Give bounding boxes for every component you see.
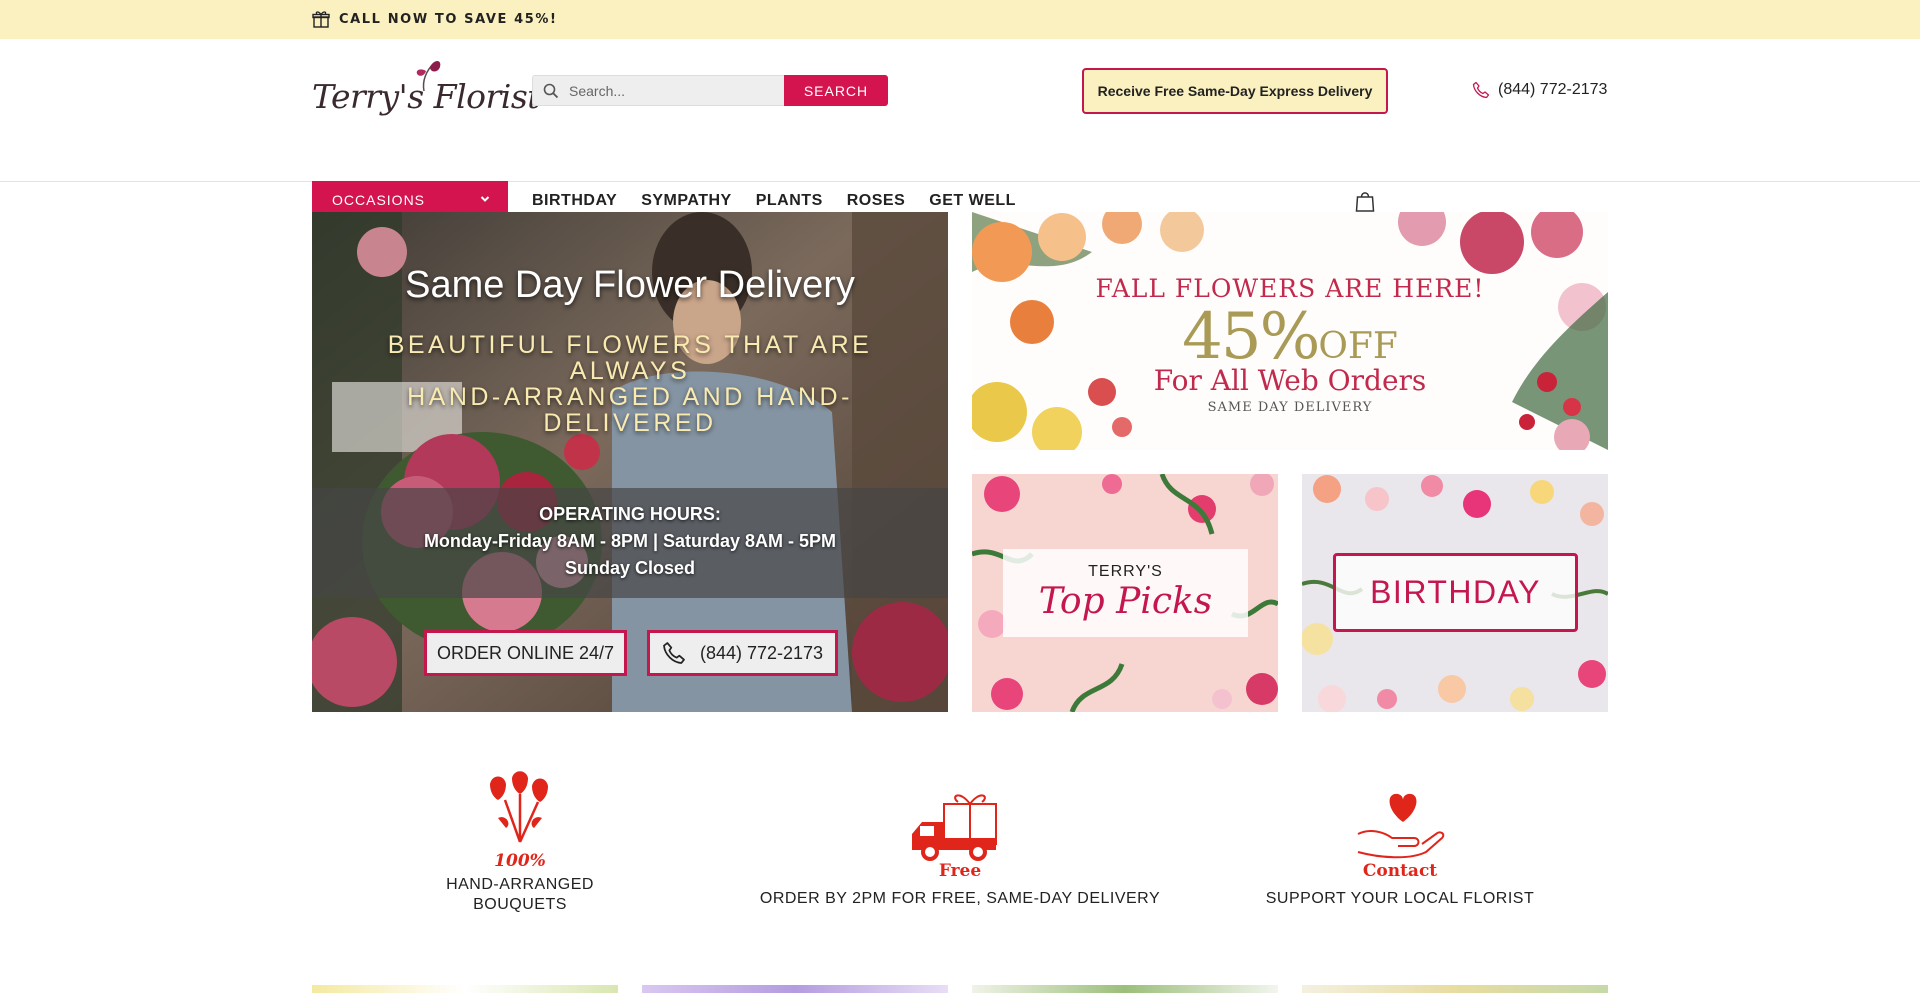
nav-link-sympathy[interactable]: SYMPATHY: [641, 192, 732, 210]
feature-hand-arranged-line2: BOUQUETS: [473, 896, 567, 913]
shopping-bag-icon[interactable]: [1355, 190, 1375, 212]
site-header: Terry's Florist SEARCH Receive Free Same…: [0, 39, 1920, 219]
nav-link-roses[interactable]: ROSES: [847, 192, 906, 210]
tulip-bouquet-icon: 100%: [490, 771, 548, 871]
order-online-button[interactable]: ORDER ONLINE 24/7: [424, 630, 627, 676]
feature-hand-arranged-label: HAND-ARRANGED BOUQUETS: [420, 875, 620, 915]
search-field-wrapper: [532, 75, 784, 106]
logo-text: Terry's Florist: [312, 77, 541, 116]
icon-100-text: 100%: [494, 851, 546, 870]
product-thumbnail[interactable]: [312, 985, 618, 993]
icon-free-text: Free: [939, 861, 982, 881]
hero-subtitle-line1: BEAUTIFUL FLOWERS THAT ARE ALWAYS: [387, 331, 873, 385]
hours-title: OPERATING HOURS:: [539, 504, 721, 524]
hours-weekdays: Monday-Friday 8AM - 8PM | Saturday 8AM -…: [423, 531, 837, 551]
top-picks-title: Top Picks: [1038, 581, 1213, 622]
nav-links: BIRTHDAY SYMPATHY PLANTS ROSES GET WELL: [532, 192, 1016, 210]
operating-hours-panel: OPERATING HOURS: Monday-Friday 8AM - 8PM…: [312, 488, 948, 598]
search-input[interactable]: [567, 81, 771, 100]
phone-icon: [663, 642, 685, 664]
fall-sale-banner[interactable]: FALL FLOWERS ARE HERE! 45%OFF For All We…: [972, 212, 1608, 450]
hero-phone-button[interactable]: (844) 772-2173: [647, 630, 838, 676]
header-phone-link[interactable]: (844) 772-2173: [1472, 81, 1607, 99]
hero-subtitle-line2: HAND-ARRANGED AND HAND-DELIVERED: [407, 383, 853, 437]
hero-title: Same Day Flower Delivery: [405, 264, 855, 306]
promo-headline: FALL FLOWERS ARE HERE!: [1095, 274, 1485, 303]
search-button[interactable]: SEARCH: [784, 75, 888, 106]
feature-free-delivery-label: ORDER BY 2PM FOR FREE, SAME-DAY DELIVERY: [759, 890, 1161, 907]
hero-subtitle: BEAUTIFUL FLOWERS THAT ARE ALWAYS HAND-A…: [372, 332, 888, 436]
promo-off: OFF: [1318, 326, 1398, 367]
promo-same-day: SAME DAY DELIVERY: [1207, 400, 1373, 415]
promo-text: CALL NOW TO SAVE 45%!: [339, 11, 558, 27]
header-phone-text: (844) 772-2173: [1498, 81, 1608, 98]
birthday-tile[interactable]: BIRTHDAY: [1302, 474, 1608, 712]
heart-hand-icon: Contact: [1357, 793, 1445, 881]
delivery-truck-icon: Free: [912, 794, 997, 881]
hero-banner: Same Day Flower Delivery BEAUTIFUL FLOWE…: [312, 212, 948, 712]
promo-web-orders: For All Web Orders: [1153, 364, 1427, 397]
site-logo[interactable]: Terry's Florist: [312, 57, 541, 125]
feature-support-local-label: SUPPORT YOUR LOCAL FLORIST: [1265, 890, 1535, 907]
product-thumbnail[interactable]: [1302, 985, 1608, 993]
birthday-label: BIRTHDAY: [1333, 553, 1578, 632]
promo-message[interactable]: CALL NOW TO SAVE 45%!: [312, 10, 558, 28]
feature-hand-arranged: 100% HAND-ARRANGED BOUQUETS: [420, 770, 620, 915]
top-promo-bar: CALL NOW TO SAVE 45%!: [0, 0, 1920, 39]
search-icon: [543, 83, 559, 98]
product-thumbnail[interactable]: [642, 985, 948, 993]
promo-discount: 45%OFF: [972, 300, 1608, 374]
occasions-label: OCCASIONS: [332, 192, 426, 208]
nav-link-get-well[interactable]: GET WELL: [929, 192, 1016, 210]
icon-contact-text: Contact: [1363, 861, 1437, 881]
feature-support-local: Contact SUPPORT YOUR LOCAL FLORIST: [1240, 770, 1560, 909]
top-picks-brand: TERRY'S: [1088, 563, 1163, 580]
nav-link-birthday[interactable]: BIRTHDAY: [532, 192, 617, 210]
feature-free-delivery: Free ORDER BY 2PM FOR FREE, SAME-DAY DEL…: [740, 770, 1180, 909]
top-picks-card: TERRY'S Top Picks: [1003, 549, 1248, 637]
phone-icon: [1472, 81, 1490, 99]
chevron-down-icon: [480, 196, 490, 202]
promo-percent: 45%: [1182, 300, 1320, 374]
order-online-label: ORDER ONLINE 24/7: [436, 642, 615, 663]
gift-icon: [312, 11, 330, 28]
nav-link-plants[interactable]: PLANTS: [756, 192, 823, 210]
hero-phone-label: (844) 772-2173: [699, 642, 824, 663]
search-bar: SEARCH: [532, 75, 888, 106]
product-thumbnail[interactable]: [972, 985, 1278, 993]
feature-hand-arranged-line1: HAND-ARRANGED: [446, 876, 594, 893]
top-picks-tile[interactable]: TERRY'S Top Picks: [972, 474, 1278, 712]
express-delivery-button[interactable]: Receive Free Same-Day Express Delivery: [1082, 68, 1388, 114]
hours-sunday: Sunday Closed: [564, 558, 696, 578]
